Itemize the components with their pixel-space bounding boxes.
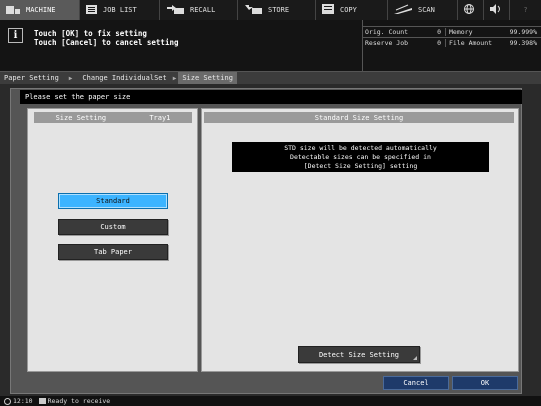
status-bar: 12:10 Ready to receive	[0, 396, 541, 406]
auto-detect-notice: STD size will be detected automatically …	[232, 142, 489, 172]
tab-store[interactable]: STORE	[238, 0, 316, 20]
job-list-icon	[86, 4, 97, 16]
breadcrumb-size-setting: Size Setting	[178, 72, 237, 84]
tab-help[interactable]: ?	[510, 0, 541, 20]
size-setting-pane	[27, 108, 198, 372]
cancel-button[interactable]: Cancel	[383, 376, 449, 390]
tab-copy[interactable]: COPY	[316, 0, 388, 20]
copy-icon	[322, 4, 334, 16]
size-setting-header: Size Setting Tray1	[34, 112, 192, 123]
top-tab-bar: MACHINE JOB LIST RECALL STORE COPY SCAN	[0, 0, 541, 20]
breadcrumb-change-individual-set[interactable]: Change IndividualSet	[78, 72, 170, 84]
standard-button[interactable]: Standard	[58, 193, 168, 209]
status-row-1: Orig. Count 0 Memory 99.999%	[362, 26, 541, 37]
corner-triangle-icon	[413, 356, 417, 360]
tab-language[interactable]	[458, 0, 484, 20]
status-text: Ready to receive	[47, 397, 111, 405]
message-line-2: Touch [Cancel] to cancel setting	[34, 38, 179, 47]
breadcrumb-paper-setting[interactable]: Paper Setting	[0, 72, 63, 84]
status-grid: Orig. Count 0 Memory 99.999% Reserve Job…	[362, 26, 541, 48]
arrow-right-icon: ▶	[172, 74, 177, 82]
receive-icon	[38, 398, 46, 404]
arrow-right-icon: ▶	[68, 74, 73, 82]
machine-icon	[6, 4, 20, 16]
tab-job-list[interactable]: JOB LIST	[80, 0, 160, 20]
status-time: 12:10	[13, 397, 33, 405]
tab-recall[interactable]: RECALL	[160, 0, 238, 20]
info-icon: i	[8, 28, 23, 43]
detect-size-setting-button[interactable]: Detect Size Setting	[298, 346, 420, 363]
breadcrumb: Paper Setting ▶ Change IndividualSet ▶ S…	[0, 72, 541, 84]
custom-button[interactable]: Custom	[58, 219, 168, 235]
clock-icon	[4, 397, 11, 405]
message-line-1: Touch [OK] to fix setting	[34, 29, 147, 38]
recall-icon	[166, 4, 184, 16]
globe-icon	[464, 4, 474, 16]
status-row-2: Reserve Job 0 File Amount 99.398%	[362, 37, 541, 48]
tab-machine[interactable]: MACHINE	[0, 0, 80, 20]
window-title: Please set the paper size	[20, 90, 522, 104]
scan-icon	[394, 4, 412, 16]
tab-volume[interactable]	[484, 0, 510, 20]
store-icon	[244, 4, 262, 16]
ok-button[interactable]: OK	[452, 376, 518, 390]
tab-scan[interactable]: SCAN	[388, 0, 458, 20]
standard-size-header: Standard Size Setting	[204, 112, 514, 123]
tab-paper-button[interactable]: Tab Paper	[58, 244, 168, 260]
volume-icon	[490, 4, 502, 16]
help-icon: ?	[523, 6, 528, 14]
